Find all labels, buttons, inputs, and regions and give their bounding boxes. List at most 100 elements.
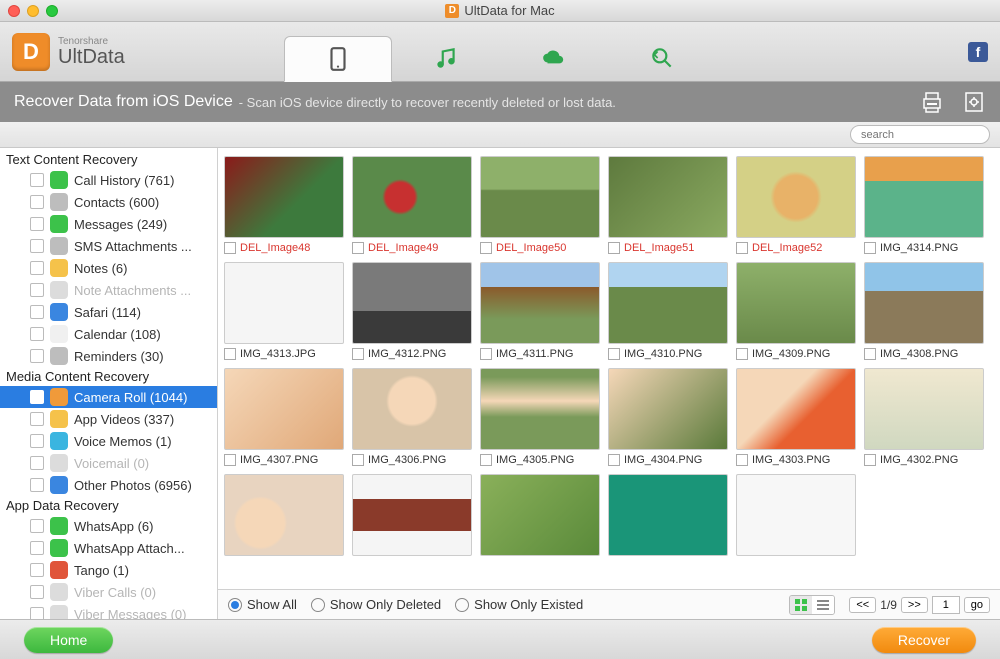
thumbnail[interactable]: IMG_4303.PNG [736, 368, 856, 466]
checkbox[interactable] [30, 261, 44, 275]
sidebar-item[interactable]: Messages (249) [0, 213, 217, 235]
settings-icon[interactable] [962, 90, 986, 114]
thumbnail[interactable]: IMG_4310.PNG [608, 262, 728, 360]
tab-itunes[interactable] [392, 35, 500, 81]
sidebar-item[interactable]: SMS Attachments ... [0, 235, 217, 257]
checkbox[interactable] [608, 348, 620, 360]
checkbox[interactable] [736, 242, 748, 254]
checkbox[interactable] [480, 348, 492, 360]
checkbox[interactable] [30, 412, 44, 426]
thumbnail-image[interactable] [224, 156, 344, 238]
checkbox[interactable] [736, 348, 748, 360]
thumbnail[interactable] [736, 474, 856, 556]
thumbnail-image[interactable] [224, 368, 344, 450]
thumbnail[interactable] [608, 474, 728, 556]
checkbox[interactable] [352, 242, 364, 254]
thumbnail-grid[interactable]: DEL_Image48DEL_Image49DEL_Image50DEL_Ima… [218, 148, 1000, 589]
sidebar-item[interactable]: Viber Calls (0) [0, 581, 217, 603]
tab-device[interactable] [284, 36, 392, 82]
thumbnail[interactable]: IMG_4312.PNG [352, 262, 472, 360]
checkbox[interactable] [864, 242, 876, 254]
thumbnail-image[interactable] [480, 474, 600, 556]
sidebar-item[interactable]: Contacts (600) [0, 191, 217, 213]
thumbnail[interactable]: DEL_Image49 [352, 156, 472, 254]
sidebar-item[interactable]: Viber Messages (0) [0, 603, 217, 619]
print-icon[interactable] [920, 90, 944, 114]
checkbox[interactable] [352, 348, 364, 360]
thumbnail[interactable] [224, 474, 344, 556]
page-next-button[interactable]: >> [901, 597, 928, 613]
home-button[interactable]: Home [24, 627, 113, 653]
sidebar-item[interactable]: Voice Memos (1) [0, 430, 217, 452]
checkbox[interactable] [864, 454, 876, 466]
thumbnail-image[interactable] [608, 368, 728, 450]
sidebar-item[interactable]: Tango (1) [0, 559, 217, 581]
thumbnail[interactable]: IMG_4305.PNG [480, 368, 600, 466]
tab-repair[interactable] [608, 35, 716, 81]
thumbnail-image[interactable] [352, 156, 472, 238]
sidebar-item[interactable]: Voicemail (0) [0, 452, 217, 474]
sidebar-item[interactable]: Call History (761) [0, 169, 217, 191]
thumbnail-image[interactable] [352, 368, 472, 450]
thumbnail-image[interactable] [864, 156, 984, 238]
thumbnail-image[interactable] [352, 262, 472, 344]
thumbnail-image[interactable] [480, 262, 600, 344]
checkbox[interactable] [30, 173, 44, 187]
checkbox[interactable] [30, 585, 44, 599]
thumbnail-image[interactable] [224, 262, 344, 344]
thumbnail-image[interactable] [608, 156, 728, 238]
sidebar-item[interactable]: Calendar (108) [0, 323, 217, 345]
recover-button[interactable]: Recover [872, 627, 976, 653]
checkbox[interactable] [30, 283, 44, 297]
view-list-button[interactable] [812, 596, 834, 614]
page-go-button[interactable]: go [964, 597, 990, 613]
sidebar-item[interactable]: WhatsApp (6) [0, 515, 217, 537]
thumbnail[interactable]: DEL_Image50 [480, 156, 600, 254]
thumbnail[interactable]: DEL_Image51 [608, 156, 728, 254]
sidebar-item[interactable]: App Videos (337) [0, 408, 217, 430]
thumbnail-image[interactable] [736, 368, 856, 450]
thumbnail-image[interactable] [352, 474, 472, 556]
page-prev-button[interactable]: << [849, 597, 876, 613]
thumbnail-image[interactable] [480, 368, 600, 450]
radio-show-all[interactable]: Show All [228, 597, 297, 612]
checkbox[interactable] [608, 454, 620, 466]
thumbnail[interactable]: IMG_4314.PNG [864, 156, 984, 254]
checkbox[interactable] [480, 242, 492, 254]
thumbnail[interactable]: DEL_Image48 [224, 156, 344, 254]
checkbox[interactable] [30, 541, 44, 555]
checkbox[interactable] [864, 348, 876, 360]
thumbnail-image[interactable] [736, 156, 856, 238]
sidebar-item[interactable]: Other Photos (6956) [0, 474, 217, 496]
sidebar[interactable]: Text Content RecoveryCall History (761)C… [0, 148, 218, 619]
thumbnail[interactable] [352, 474, 472, 556]
checkbox[interactable] [30, 239, 44, 253]
sidebar-item[interactable]: Notes (6) [0, 257, 217, 279]
view-grid-button[interactable] [790, 596, 812, 614]
thumbnail[interactable]: IMG_4307.PNG [224, 368, 344, 466]
page-jump-input[interactable] [932, 596, 960, 614]
checkbox[interactable] [224, 348, 236, 360]
checkbox[interactable] [30, 478, 44, 492]
checkbox[interactable] [30, 607, 44, 619]
sidebar-item[interactable]: Note Attachments ... [0, 279, 217, 301]
sidebar-item[interactable]: Camera Roll (1044) [0, 386, 217, 408]
checkbox[interactable] [30, 563, 44, 577]
thumbnail-image[interactable] [736, 474, 856, 556]
sidebar-item[interactable]: Safari (114) [0, 301, 217, 323]
thumbnail-image[interactable] [864, 368, 984, 450]
radio-show-existed[interactable]: Show Only Existed [455, 597, 583, 612]
thumbnail-image[interactable] [736, 262, 856, 344]
checkbox[interactable] [480, 454, 492, 466]
checkbox[interactable] [30, 434, 44, 448]
thumbnail[interactable]: IMG_4311.PNG [480, 262, 600, 360]
thumbnail-image[interactable] [480, 156, 600, 238]
checkbox[interactable] [608, 242, 620, 254]
thumbnail-image[interactable] [608, 262, 728, 344]
thumbnail[interactable]: IMG_4313.JPG [224, 262, 344, 360]
radio-show-deleted[interactable]: Show Only Deleted [311, 597, 441, 612]
minimize-button[interactable] [27, 5, 39, 17]
checkbox[interactable] [30, 390, 44, 404]
checkbox[interactable] [224, 454, 236, 466]
checkbox[interactable] [736, 454, 748, 466]
